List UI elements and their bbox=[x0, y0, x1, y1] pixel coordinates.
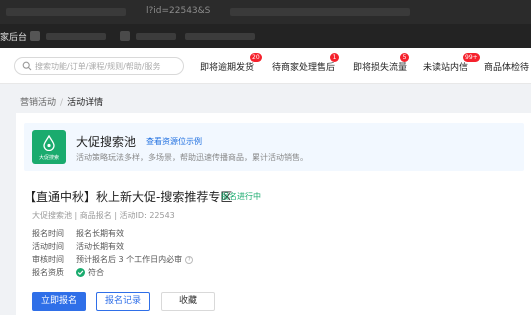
count-badge: 20 bbox=[250, 53, 262, 62]
nav-item-label: 即将逾期发货 bbox=[200, 63, 255, 73]
nav-item-unread-messages[interactable]: 未读站内信 99+ bbox=[423, 53, 480, 73]
blurred-url-area bbox=[230, 8, 410, 16]
breadcrumb: 营销活动 / 活动详情 bbox=[20, 95, 103, 108]
nav-item-product-checkup[interactable]: 商品体检待 bbox=[484, 60, 529, 73]
info-label: 报名资质 bbox=[32, 268, 64, 277]
favorite-button[interactable]: 收藏 bbox=[161, 292, 215, 311]
search-box[interactable] bbox=[14, 57, 184, 75]
info-label: 报名时间 bbox=[32, 229, 64, 238]
info-value: 报名长期有效 bbox=[76, 229, 124, 238]
activity-detail-card: 大促搜索 大促搜索池 查看资源位示例 活动策略玩法多样，多场景，帮助迅速传播商品… bbox=[16, 113, 531, 315]
count-badge: 1 bbox=[330, 53, 339, 62]
nav-item-label: 即将损失流量 bbox=[353, 63, 408, 73]
resource-pool-banner: 大促搜索 大促搜索池 查看资源位示例 活动策略玩法多样，多场景，帮助迅速传播商品… bbox=[24, 123, 524, 171]
count-badge: 99+ bbox=[463, 53, 480, 62]
view-example-link[interactable]: 查看资源位示例 bbox=[146, 136, 202, 147]
breadcrumb-marketing[interactable]: 营销活动 bbox=[20, 98, 56, 108]
pool-description: 活动策略玩法多样，多场景，帮助迅速传播商品，累计活动销售。 bbox=[76, 153, 308, 162]
breadcrumb-separator: / bbox=[60, 98, 64, 108]
bookmarks-bar: 家后台 bbox=[0, 24, 531, 48]
info-row-qualification: 报名资质 符合 bbox=[32, 267, 104, 278]
blurred-bookmark bbox=[136, 33, 176, 40]
bookmark-icon[interactable] bbox=[120, 31, 130, 41]
nav-item-label: 商品体检待 bbox=[484, 63, 530, 73]
nav-item-overdue-shipping[interactable]: 即将逾期发货 20 bbox=[200, 53, 262, 73]
activity-title: 【直通中秋】秋上新大促-搜索推荐专区 bbox=[24, 190, 233, 204]
pool-logo-text: 大促搜索 bbox=[38, 155, 59, 161]
count-badge: 5 bbox=[400, 53, 409, 62]
breadcrumb-current: 活动详情 bbox=[67, 98, 104, 108]
blurred-bookmark bbox=[46, 33, 106, 40]
blurred-bookmark bbox=[185, 33, 255, 40]
check-circle-icon bbox=[76, 268, 85, 277]
browser-address-bar[interactable]: l?id=22543&S bbox=[0, 0, 531, 24]
status-badge: 报名进行中 bbox=[221, 192, 261, 201]
nav-item-pending-aftersales[interactable]: 待商家处理售后 1 bbox=[272, 53, 339, 73]
bookmark-label[interactable]: 家后台 bbox=[0, 30, 27, 43]
nav-item-label: 未读站内信 bbox=[423, 63, 469, 73]
nav-item-traffic-loss[interactable]: 即将损失流量 5 bbox=[353, 53, 409, 73]
drop-icon bbox=[43, 135, 55, 151]
nav-item-label: 待商家处理售后 bbox=[272, 63, 336, 73]
info-label: 审核时间 bbox=[32, 255, 64, 264]
info-value: 活动长期有效 bbox=[76, 242, 124, 251]
blurred-tab-area bbox=[6, 8, 126, 16]
help-icon[interactable]: ? bbox=[185, 255, 194, 264]
info-row-activity-time: 活动时间 活动长期有效 bbox=[32, 241, 124, 252]
info-value: 预计报名后 3 个工作日内必审 bbox=[76, 255, 183, 264]
activity-meta: 大促搜索池 | 商品报名 | 活动ID: 22543 bbox=[32, 211, 175, 220]
search-icon bbox=[22, 61, 32, 71]
top-header: 即将逾期发货 20 待商家处理售后 1 即将损失流量 5 未读站内信 99+ 商… bbox=[0, 48, 531, 84]
info-label: 活动时间 bbox=[32, 242, 64, 251]
bookmark-icon[interactable] bbox=[30, 31, 40, 41]
info-row-registration-time: 报名时间 报名长期有效 bbox=[32, 228, 124, 239]
registration-records-button[interactable]: 报名记录 bbox=[96, 292, 150, 311]
pool-title: 大促搜索池 bbox=[76, 135, 137, 149]
info-value: 符合 bbox=[88, 268, 104, 277]
register-now-button[interactable]: 立即报名 bbox=[32, 292, 86, 311]
search-input[interactable] bbox=[35, 60, 181, 72]
info-row-review-time: 审核时间 预计报名后 3 个工作日内必审? bbox=[32, 254, 194, 265]
address-url[interactable]: l?id=22543&S bbox=[146, 6, 210, 16]
pool-logo: 大促搜索 bbox=[32, 130, 66, 164]
